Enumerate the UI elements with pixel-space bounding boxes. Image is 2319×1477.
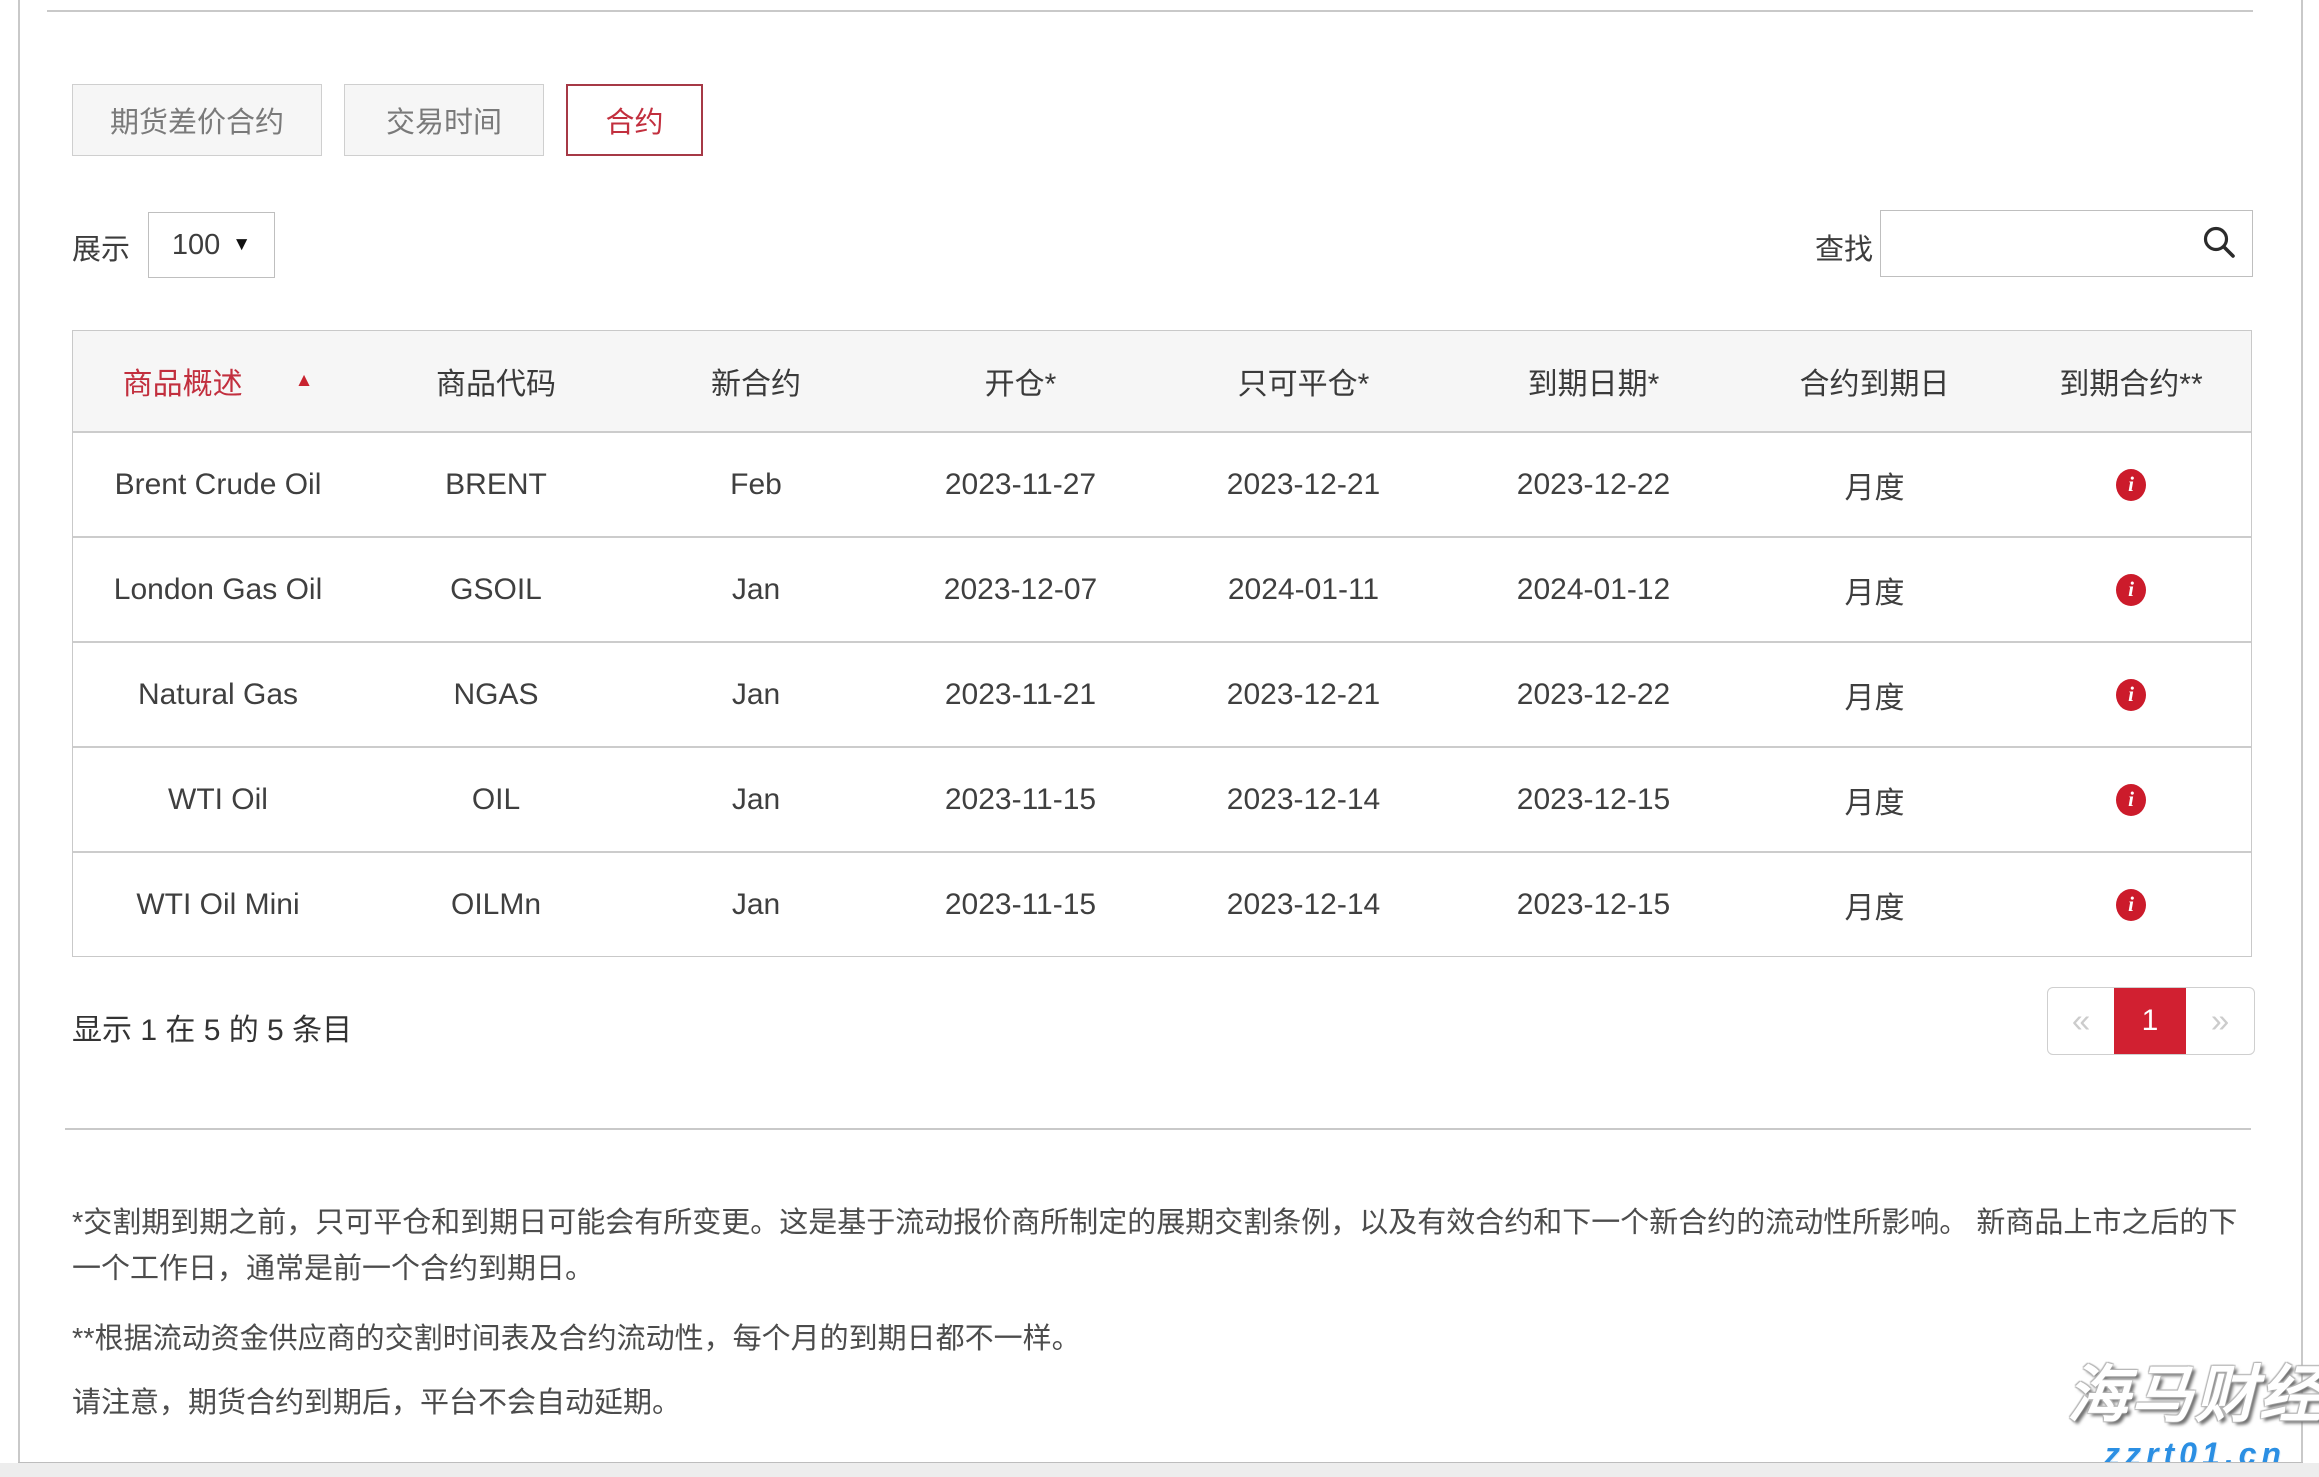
cell-close-only-date: 2024-01-11 (1158, 538, 1449, 641)
column-header-expiring-contract[interactable]: 到期合约** (2011, 331, 2251, 431)
cell-symbol: BRENT (363, 433, 629, 536)
show-entries-label: 展示 (72, 226, 130, 268)
top-divider (47, 10, 2253, 12)
table-controls: 展示 100 ▼ 查找 (72, 212, 2253, 280)
column-header-product-overview[interactable]: 商品概述 ▲ (73, 331, 363, 431)
panel-left-border (18, 0, 20, 1463)
cell-product-name: London Gas Oil (73, 538, 363, 641)
search-input[interactable] (1891, 211, 2181, 274)
table-row: WTI Oil Mini OILMn Jan 2023-11-15 2023-1… (73, 851, 2251, 956)
cell-expiring-contract: i (2011, 643, 2251, 746)
cell-expiring-contract: i (2011, 853, 2251, 956)
page-bottom-strip (0, 1463, 2319, 1477)
cell-expiring-contract: i (2011, 538, 2251, 641)
info-icon[interactable]: i (2116, 469, 2146, 501)
caret-down-icon: ▼ (232, 234, 251, 256)
contracts-page: 期货差价合约 交易时间 合约 展示 100 ▼ 查找 商品概述 ▲ 商品代码 新… (0, 0, 2319, 1477)
contracts-table: 商品概述 ▲ 商品代码 新合约 开仓* 只可平仓* 到期日期* 合约到期日 到期… (72, 330, 2252, 957)
table-row: WTI Oil OIL Jan 2023-11-15 2023-12-14 20… (73, 746, 2251, 851)
cell-contract-expiry: 月度 (1738, 538, 2011, 641)
tab-futures-cfd[interactable]: 期货差价合约 (72, 84, 322, 156)
cell-close-only-date: 2023-12-21 (1158, 643, 1449, 746)
cell-expiry-date: 2024-01-12 (1449, 538, 1738, 641)
sort-asc-icon: ▲ (295, 370, 314, 392)
tab-bar: 期货差价合约 交易时间 合约 (72, 84, 703, 156)
tab-contracts[interactable]: 合约 (566, 84, 703, 156)
info-glyph: i (2128, 472, 2134, 497)
cell-open-date: 2023-11-27 (883, 433, 1158, 536)
info-glyph: i (2128, 892, 2134, 917)
page-size-select[interactable]: 100 ▼ (148, 212, 275, 278)
info-icon[interactable]: i (2116, 889, 2146, 921)
table-header-row: 商品概述 ▲ 商品代码 新合约 开仓* 只可平仓* 到期日期* 合约到期日 到期… (73, 331, 2251, 431)
cell-symbol: NGAS (363, 643, 629, 746)
footnote-expiry-variation: **根据流动资金供应商的交割时间表及合约流动性，每个月的到期日都不一样。 (72, 1316, 2252, 1362)
entries-summary: 显示 1 在 5 的 5 条目 (72, 1005, 352, 1049)
cell-new-contract: Feb (629, 433, 883, 536)
info-icon[interactable]: i (2116, 574, 2146, 606)
column-header-label: 商品概述 (123, 359, 243, 403)
cell-open-date: 2023-11-15 (883, 748, 1158, 851)
search-box (1880, 210, 2253, 277)
footnote-no-auto-rollover: 请注意，期货合约到期后，平台不会自动延期。 (72, 1380, 2252, 1426)
cell-expiry-date: 2023-12-22 (1449, 643, 1738, 746)
cell-open-date: 2023-11-21 (883, 643, 1158, 746)
cell-contract-expiry: 月度 (1738, 853, 2011, 956)
info-glyph: i (2128, 787, 2134, 812)
page-size-value: 100 (172, 229, 220, 262)
cell-new-contract: Jan (629, 643, 883, 746)
info-glyph: i (2128, 577, 2134, 602)
cell-symbol: GSOIL (363, 538, 629, 641)
pagination-page-1[interactable]: 1 (2114, 988, 2186, 1054)
column-header-close-only[interactable]: 只可平仓* (1158, 331, 1449, 431)
panel-right-border (2301, 0, 2303, 1463)
column-header-expiry-date[interactable]: 到期日期* (1449, 331, 1738, 431)
pagination-next-button[interactable]: » (2186, 988, 2254, 1054)
search-label: 查找 (1815, 226, 1873, 268)
cell-expiry-date: 2023-12-15 (1449, 748, 1738, 851)
pagination: « 1 » (2047, 987, 2255, 1055)
column-header-symbol[interactable]: 商品代码 (363, 331, 629, 431)
info-icon[interactable]: i (2116, 784, 2146, 816)
table-row: London Gas Oil GSOIL Jan 2023-12-07 2024… (73, 536, 2251, 641)
cell-new-contract: Jan (629, 748, 883, 851)
cell-contract-expiry: 月度 (1738, 643, 2011, 746)
search-icon (2200, 224, 2238, 262)
cell-open-date: 2023-11-15 (883, 853, 1158, 956)
footnotes: *交割期到期之前，只可平仓和到期日可能会有所变更。这是基于流动报价商所制定的展期… (72, 1200, 2252, 1426)
footnote-rollover: *交割期到期之前，只可平仓和到期日可能会有所变更。这是基于流动报价商所制定的展期… (72, 1200, 2252, 1292)
table-row: Natural Gas NGAS Jan 2023-11-21 2023-12-… (73, 641, 2251, 746)
cell-expiry-date: 2023-12-22 (1449, 433, 1738, 536)
cell-contract-expiry: 月度 (1738, 433, 2011, 536)
cell-expiring-contract: i (2011, 433, 2251, 536)
info-glyph: i (2128, 682, 2134, 707)
cell-close-only-date: 2023-12-14 (1158, 748, 1449, 851)
cell-symbol: OIL (363, 748, 629, 851)
column-header-open[interactable]: 开仓* (883, 331, 1158, 431)
cell-expiring-contract: i (2011, 748, 2251, 851)
cell-close-only-date: 2023-12-14 (1158, 853, 1449, 956)
table-row: Brent Crude Oil BRENT Feb 2023-11-27 202… (73, 431, 2251, 536)
cell-product-name: WTI Oil Mini (73, 853, 363, 956)
cell-expiry-date: 2023-12-15 (1449, 853, 1738, 956)
column-header-new-contract[interactable]: 新合约 (629, 331, 883, 431)
tab-trading-hours[interactable]: 交易时间 (344, 84, 544, 156)
info-icon[interactable]: i (2116, 679, 2146, 711)
column-header-contract-expiry[interactable]: 合约到期日 (1738, 331, 2011, 431)
pagination-prev-button[interactable]: « (2048, 988, 2114, 1054)
cell-contract-expiry: 月度 (1738, 748, 2011, 851)
cell-symbol: OILMn (363, 853, 629, 956)
cell-product-name: Brent Crude Oil (73, 433, 363, 536)
cell-close-only-date: 2023-12-21 (1158, 433, 1449, 536)
cell-new-contract: Jan (629, 538, 883, 641)
cell-open-date: 2023-12-07 (883, 538, 1158, 641)
cell-product-name: WTI Oil (73, 748, 363, 851)
footnotes-divider (65, 1128, 2251, 1130)
cell-new-contract: Jan (629, 853, 883, 956)
cell-product-name: Natural Gas (73, 643, 363, 746)
